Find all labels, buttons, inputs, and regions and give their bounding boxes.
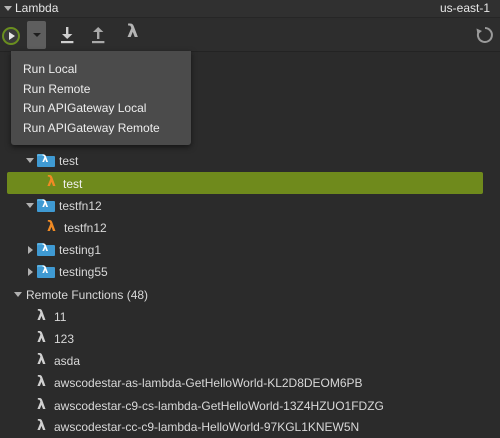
tree-item-label: asda [54, 354, 81, 368]
tree-folder-test[interactable]: λ test [0, 150, 500, 172]
tree-item-test-function[interactable]: λ test [7, 172, 483, 194]
refresh-icon [476, 27, 493, 43]
lambda-function-icon: λ [37, 418, 46, 434]
run-button[interactable] [2, 27, 20, 45]
play-icon [9, 32, 15, 40]
refresh-button[interactable] [475, 25, 495, 45]
lambda-function-icon: λ [37, 397, 46, 413]
tree-item-label: 11 [54, 310, 67, 324]
lambda-folder-icon: λ [37, 243, 55, 256]
menu-item-run-local[interactable]: Run Local [23, 62, 77, 76]
tree-folder-testfn12[interactable]: λ testfn12 [0, 195, 500, 217]
remote-functions-header[interactable]: Remote Functions (48) [0, 284, 500, 306]
tree-item-label: testing1 [59, 243, 102, 257]
lambda-function-icon: λ [37, 352, 46, 368]
download-button[interactable] [58, 25, 76, 45]
chevron-right-icon[interactable] [28, 246, 33, 254]
tree-item-testfn12-function[interactable]: λ testfn12 [0, 217, 500, 239]
tree-folder-testing55[interactable]: λ testing55 [0, 261, 500, 283]
lambda-function-icon: λ [47, 219, 56, 235]
lambda-folder-icon: λ [37, 265, 55, 278]
chevron-down-icon[interactable] [14, 292, 22, 297]
remote-function-item[interactable]: λ awscodestar-as-lambda-GetHelloWorld-KL… [0, 372, 500, 394]
lambda-icon[interactable]: λ [127, 21, 138, 42]
tree-item-label: testing55 [59, 265, 108, 279]
remote-function-item[interactable]: λ awscodestar-c9-cs-lambda-GetHelloWorld… [0, 395, 500, 417]
upload-icon [92, 27, 105, 44]
lambda-folder-icon: λ [37, 199, 55, 212]
download-icon [61, 27, 74, 44]
lambda-function-icon: λ [37, 374, 46, 390]
collapse-icon[interactable] [4, 6, 12, 11]
region-label: us-east-1 [439, 1, 490, 15]
chevron-down-icon [33, 33, 41, 37]
lambda-function-icon: λ [47, 174, 56, 190]
tree-item-label: awscodestar-cc-c9-lambda-HelloWorld-97KG… [54, 420, 360, 434]
tree-item-label: test [59, 154, 79, 168]
tree-item-label: testfn12 [59, 199, 102, 213]
lambda-function-icon: λ [37, 308, 46, 324]
remote-function-item[interactable]: λ 11 [0, 306, 500, 328]
remote-function-item[interactable]: λ 123 [0, 328, 500, 350]
panel-titlebar[interactable]: Lambda us-east-1 [0, 0, 500, 18]
tree-item-label: testfn12 [64, 221, 107, 235]
run-options-dropdown-button[interactable] [27, 21, 46, 49]
remote-functions-label: Remote Functions (48) [26, 288, 149, 302]
upload-button[interactable] [89, 25, 107, 45]
tree-item-label: awscodestar-as-lambda-GetHelloWorld-KL2D… [54, 376, 363, 390]
lambda-function-icon: λ [37, 330, 46, 346]
remote-function-item[interactable]: λ awscodestar-cc-c9-lambda-HelloWorld-97… [0, 416, 500, 438]
run-options-menu: Run Local Run Remote Run APIGateway Loca… [11, 51, 191, 145]
menu-item-run-remote[interactable]: Run Remote [23, 82, 90, 96]
tree-item-label: test [63, 177, 83, 191]
chevron-down-icon[interactable] [26, 203, 34, 208]
remote-function-item[interactable]: λ asda [0, 350, 500, 372]
menu-item-run-apigateway-local[interactable]: Run APIGateway Local [23, 101, 146, 115]
tree-folder-testing1[interactable]: λ testing1 [0, 239, 500, 261]
chevron-right-icon[interactable] [28, 268, 33, 276]
lambda-folder-icon: λ [37, 154, 55, 167]
panel-title: Lambda [15, 1, 59, 15]
menu-item-run-apigateway-remote[interactable]: Run APIGateway Remote [23, 121, 160, 135]
tree-item-label: awscodestar-c9-cs-lambda-GetHelloWorld-1… [54, 399, 384, 413]
tree-item-label: 123 [54, 332, 75, 346]
chevron-down-icon[interactable] [26, 158, 34, 163]
